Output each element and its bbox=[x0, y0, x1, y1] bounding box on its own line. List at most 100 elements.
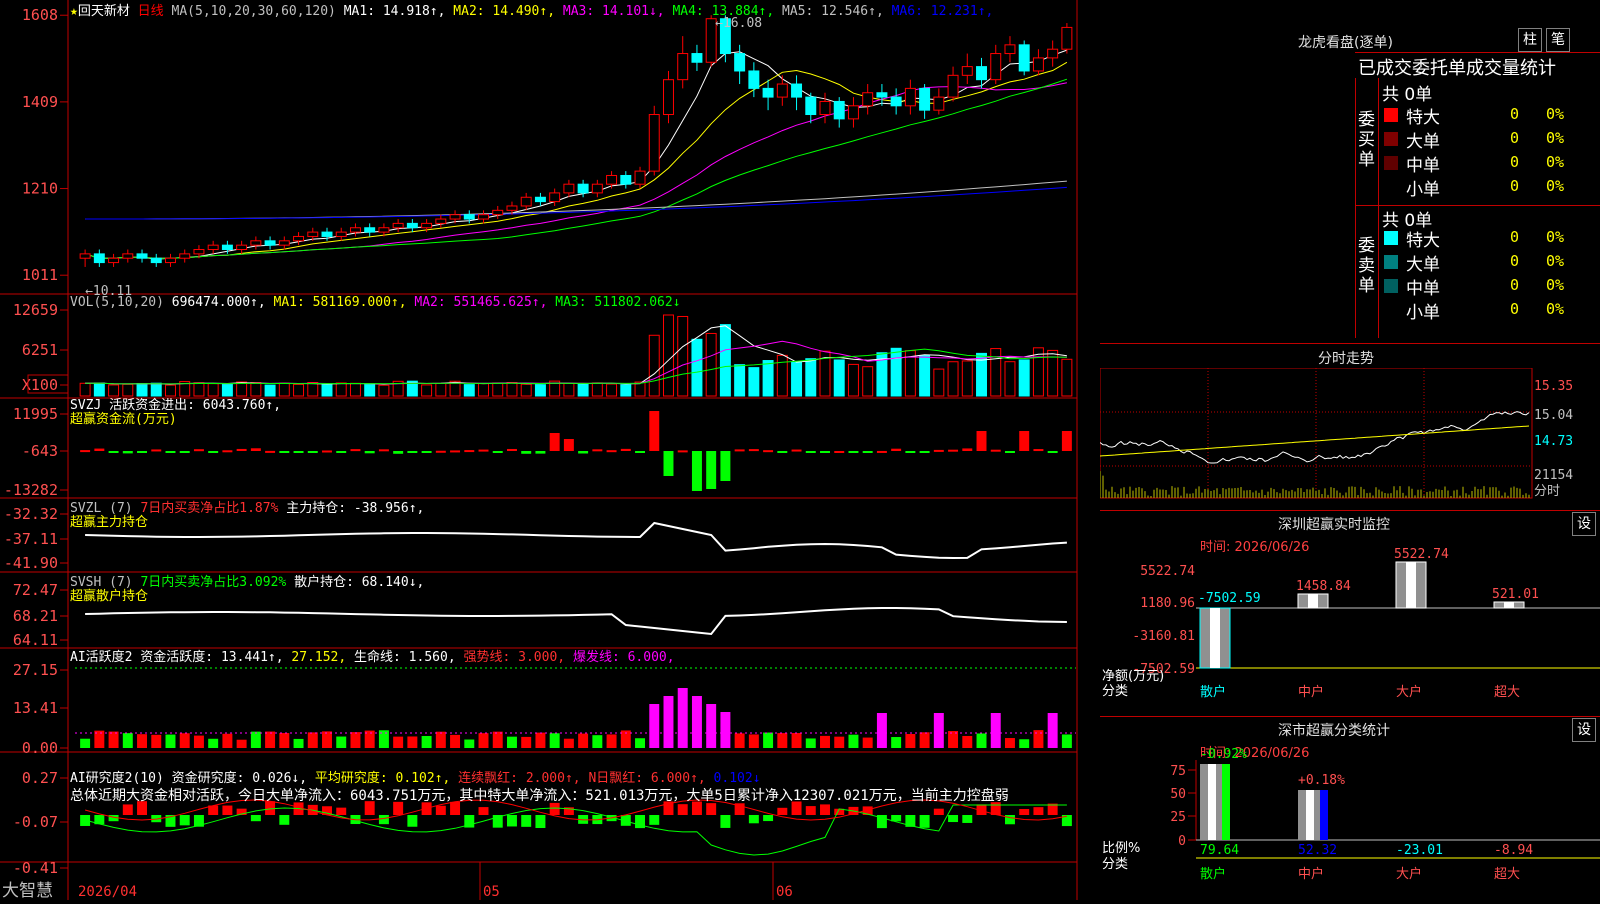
sz-value-label: 1458.84 bbox=[1296, 579, 1351, 594]
svzl-part: 7日内买卖净占比1.87% bbox=[140, 500, 286, 516]
ai1-bar bbox=[962, 735, 973, 748]
candle-body bbox=[691, 53, 703, 63]
ai2-part: N日飘红: 6.000↑, bbox=[588, 770, 713, 786]
ai1-part: 爆发线: 6.000, bbox=[573, 649, 675, 665]
candle-body bbox=[93, 253, 105, 264]
ai1-bar bbox=[535, 732, 546, 748]
ai1-bar bbox=[805, 738, 816, 748]
svzj-bar bbox=[1061, 431, 1072, 451]
ai1-axis-tick-label: 0.00 bbox=[22, 739, 58, 757]
svzj-bar bbox=[848, 451, 859, 453]
svzj-bar bbox=[1033, 449, 1044, 452]
ma-value-4: MA4: 13.884↑, bbox=[664, 4, 775, 19]
svzj-bar bbox=[393, 451, 404, 454]
kline-chart-area[interactable]: 1608 1409 1210 1011 ←16.08 ←10.11 12659 6251 X10… bbox=[0, 0, 1100, 901]
svzl-axis-tick-label: -41.90 bbox=[4, 554, 58, 572]
sz-monitor-title: 深圳超赢实时监控 bbox=[1278, 517, 1390, 533]
candle-body bbox=[563, 183, 575, 194]
volume-bar bbox=[606, 383, 618, 397]
ma-params: MA(5,10,20,30,60,120) bbox=[171, 4, 336, 19]
svzj-bar bbox=[791, 449, 802, 452]
sc-bar bbox=[1298, 790, 1328, 840]
vol-header-part: MA1: 581169.000↑, bbox=[274, 295, 415, 310]
ai2-bar bbox=[720, 815, 731, 828]
sz-bar-highlight bbox=[1210, 608, 1220, 668]
sc-axis-label: 0 bbox=[1178, 834, 1186, 849]
svzj-bar bbox=[236, 448, 247, 451]
bar-mode-button[interactable]: 柱 bbox=[1518, 28, 1542, 52]
order-type: 特大 bbox=[1406, 108, 1440, 128]
candle-body bbox=[819, 100, 831, 116]
volume-bar bbox=[435, 382, 447, 397]
intraday-chart[interactable]: 15.35 15.04 14.73 21154分时 bbox=[1100, 368, 1600, 508]
ai1-bar bbox=[578, 733, 589, 748]
candle-body bbox=[1047, 48, 1059, 59]
volume-bar bbox=[221, 383, 233, 397]
period-label[interactable]: 日线 bbox=[138, 4, 164, 19]
volume-bar bbox=[734, 364, 746, 397]
sz-settings-button[interactable]: 设 bbox=[1572, 512, 1596, 536]
svzj-bar bbox=[94, 448, 105, 451]
volume-bar bbox=[236, 381, 248, 397]
svzj-bar bbox=[250, 448, 261, 451]
ai1-bar bbox=[976, 733, 987, 748]
order-swatch bbox=[1384, 180, 1398, 194]
volume-bar bbox=[563, 382, 575, 397]
svzj-bar bbox=[976, 431, 987, 451]
sz-value-label: -7502.59 bbox=[1198, 591, 1261, 606]
candle-body bbox=[392, 222, 404, 229]
intraday-axis-label: 21154 bbox=[1534, 468, 1573, 483]
candle-body bbox=[648, 114, 660, 172]
svsh-part: SVSH (7) bbox=[70, 575, 140, 590]
svsh-part: 7日内买卖净占比3.092% bbox=[140, 574, 294, 590]
svzj-bar bbox=[990, 449, 1001, 452]
volume-bar bbox=[264, 384, 276, 397]
sc-bar-highlight bbox=[1208, 764, 1216, 840]
ai2-bar bbox=[506, 815, 517, 827]
sz-monitor-chart: 5522.741180.96-3160.81-7502.59-7502.5914… bbox=[1102, 547, 1600, 700]
price-tick-label: 1608 bbox=[22, 6, 58, 24]
candle-body bbox=[1061, 26, 1073, 50]
tick-mode-button[interactable]: 笔 bbox=[1546, 28, 1570, 52]
volume-bar bbox=[990, 348, 1002, 397]
volume-bar bbox=[1061, 358, 1073, 397]
ai1-bar bbox=[677, 688, 688, 748]
candle-body bbox=[577, 183, 589, 194]
candle-body bbox=[549, 192, 561, 203]
ai1-bar bbox=[279, 733, 290, 748]
ma-value-2: MA2: 14.490↑, bbox=[445, 4, 556, 19]
candle-body bbox=[591, 183, 603, 194]
ai1-bar bbox=[492, 731, 503, 748]
candle-body bbox=[862, 92, 874, 107]
sc-unit-a: 比例% bbox=[1102, 841, 1140, 856]
svzj-bar bbox=[720, 451, 731, 481]
svzj-bar bbox=[1019, 431, 1030, 451]
order-swatch bbox=[1384, 255, 1398, 269]
ai1-bar bbox=[250, 731, 261, 748]
vol-header-part: MA3: 511802.062↓ bbox=[555, 295, 680, 310]
sc-category: 超大 bbox=[1494, 867, 1520, 882]
svzj-bar bbox=[905, 451, 916, 453]
volume-bar bbox=[492, 382, 504, 397]
ai2-bar bbox=[919, 815, 930, 828]
sz-category: 超大 bbox=[1494, 685, 1520, 700]
candle-body bbox=[919, 87, 931, 111]
star-icon[interactable]: ★ bbox=[70, 4, 78, 19]
volume-bar bbox=[136, 382, 148, 397]
candle-body bbox=[349, 227, 361, 233]
volume-bar bbox=[307, 381, 319, 397]
volume-bar bbox=[165, 384, 176, 397]
sc-settings-button[interactable]: 设 bbox=[1572, 718, 1596, 742]
ai1-bar bbox=[791, 733, 802, 748]
candle-body bbox=[406, 222, 418, 229]
svzj-axis-tick-label: -13282 bbox=[4, 481, 58, 499]
ai2-bar bbox=[706, 803, 717, 815]
candle-body bbox=[805, 96, 817, 116]
svzl-subtitle: 超赢主力持仓 bbox=[70, 514, 148, 530]
sc-bar bbox=[1200, 764, 1230, 840]
kline-svg[interactable]: 1608140912101011←16.08←10.11126596251X10… bbox=[0, 0, 1100, 901]
order-swatch bbox=[1384, 303, 1398, 317]
brand-label: 大智慧 bbox=[2, 881, 53, 900]
order-type: 大单 bbox=[1406, 132, 1440, 152]
order-count: 0 bbox=[1510, 276, 1520, 294]
